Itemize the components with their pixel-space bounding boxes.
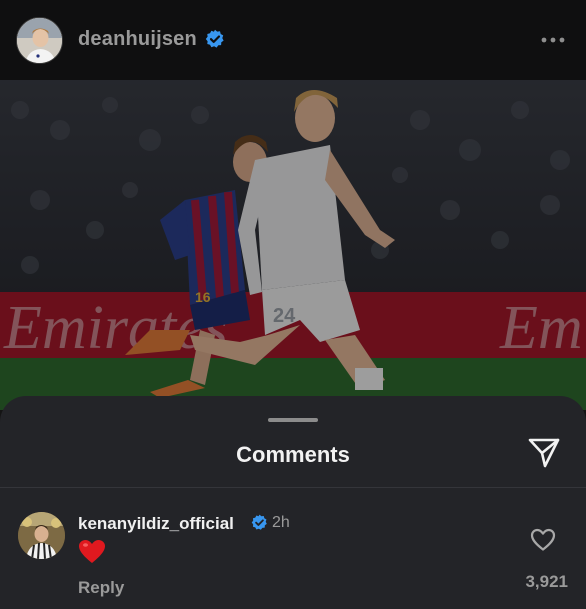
commenter-avatar[interactable] — [18, 512, 65, 559]
photo-dim-overlay — [0, 80, 586, 410]
comment-timestamp: 2h — [272, 514, 290, 531]
send-icon[interactable] — [526, 436, 562, 470]
post-header: deanhuijsen — [0, 0, 586, 80]
sheet-title: Comments — [236, 442, 350, 467]
commenter-username[interactable]: kenanyildiz_official — [78, 514, 234, 534]
more-horizontal-icon[interactable] — [538, 30, 568, 50]
reply-button[interactable]: Reply — [78, 578, 124, 598]
author-username[interactable]: deanhuijsen — [78, 28, 197, 51]
post-photo[interactable]: Emirates Em 16 24 — [0, 80, 586, 410]
like-count: 3,921 — [525, 572, 568, 591]
comments-sheet: Comments kenanyildiz_official 2h Reply 3… — [0, 396, 586, 609]
verified-badge-icon — [251, 514, 267, 530]
heart-outline-icon[interactable] — [530, 528, 556, 552]
drag-handle[interactable] — [268, 418, 318, 422]
red-heart-emoji-icon — [79, 540, 105, 563]
verified-badge-icon — [205, 29, 224, 48]
comment-item: kenanyildiz_official 2h Reply 3,921 — [0, 488, 586, 609]
author-avatar[interactable] — [16, 17, 63, 64]
